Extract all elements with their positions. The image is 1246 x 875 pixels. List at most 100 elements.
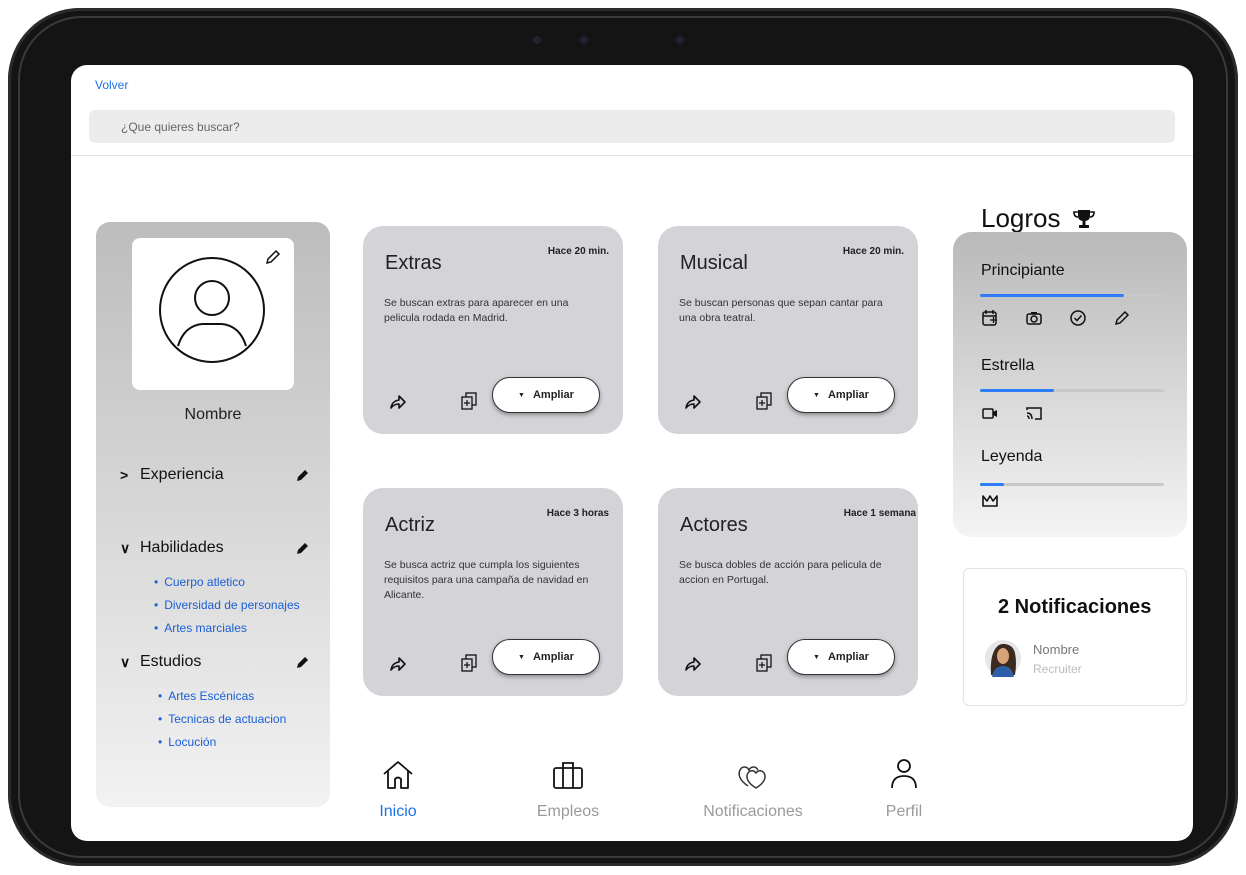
notifications-title: 2 Notificaciones xyxy=(998,596,1152,618)
notification-name: Nombre xyxy=(1033,642,1080,657)
list-item[interactable]: Artes Escénicas xyxy=(158,687,286,710)
pencil-icon[interactable] xyxy=(1113,309,1131,327)
nav-empleos[interactable]: Empleos xyxy=(523,758,613,821)
section-title: Estudios xyxy=(140,653,202,670)
level-label: Estrella xyxy=(981,357,1035,374)
job-card-actriz[interactable]: Actriz Hace 3 horas Se busca actriz que … xyxy=(363,488,623,696)
tablet-frame: Volver Nombre > Experiencia xyxy=(8,8,1238,866)
edit-avatar-icon[interactable] xyxy=(264,248,282,266)
notifications-panel: 2 Notificaciones Nombre Recruiter xyxy=(963,568,1187,706)
habilidades-list: Cuerpo atletico Diversidad de personajes… xyxy=(154,573,300,642)
home-icon xyxy=(383,761,413,789)
ampliar-button[interactable]: ▼ Ampliar xyxy=(492,639,600,675)
recruiter-avatar[interactable] xyxy=(984,639,1022,677)
nav-inicio[interactable]: Inicio xyxy=(353,758,443,821)
card-time: Hace 20 min. xyxy=(842,246,904,257)
button-label: Ampliar xyxy=(827,651,869,663)
camera-lens xyxy=(580,36,588,44)
card-title: Actriz xyxy=(385,514,435,536)
copy-icon[interactable] xyxy=(756,654,772,672)
chevron-down-icon: ∨ xyxy=(120,539,131,556)
user-avatar-icon xyxy=(159,257,265,363)
logros-title: Logros xyxy=(981,203,1061,233)
card-time: Hace 20 min. xyxy=(547,246,609,257)
list-item[interactable]: Locución xyxy=(158,733,286,756)
progress-bar xyxy=(980,389,1164,392)
level-label: Leyenda xyxy=(981,448,1043,465)
copy-icon[interactable] xyxy=(461,654,477,672)
crown-icon[interactable] xyxy=(981,492,999,510)
job-card-actores[interactable]: Actores Hace 1 semana Se busca dobles de… xyxy=(658,488,918,696)
level-label: Principiante xyxy=(981,262,1065,279)
list-item[interactable]: Tecnicas de actuacion xyxy=(158,710,286,733)
job-card-extras[interactable]: Extras Hace 20 min. Se buscan extras par… xyxy=(363,226,623,434)
calendar-icon[interactable] xyxy=(981,309,999,327)
section-title: Habilidades xyxy=(140,539,224,556)
camera-icon[interactable] xyxy=(1025,309,1043,327)
button-label: Ampliar xyxy=(827,389,869,401)
cast-icon[interactable] xyxy=(1025,404,1043,422)
section-habilidades[interactable]: ∨ Habilidades xyxy=(120,539,224,557)
job-card-musical[interactable]: Musical Hace 20 min. Se buscan personas … xyxy=(658,226,918,434)
trophy-icon xyxy=(1072,209,1095,228)
card-title: Musical xyxy=(680,252,748,274)
estudios-list: Artes Escénicas Tecnicas de actuacion Lo… xyxy=(158,687,286,756)
section-experiencia[interactable]: > Experiencia xyxy=(120,466,224,484)
ampliar-button[interactable]: ▼ Ampliar xyxy=(787,639,895,675)
hearts-icon xyxy=(738,766,766,789)
header-divider xyxy=(71,155,1193,156)
chevron-right-icon: > xyxy=(120,467,129,483)
nav-label: Inicio xyxy=(379,803,417,820)
notification-role: Recruiter xyxy=(1033,662,1082,676)
nav-label: Notificaciones xyxy=(703,803,803,820)
edit-experiencia-icon[interactable] xyxy=(296,468,310,482)
camera-dot xyxy=(533,36,541,44)
achievements-panel: Principiante Estrella Leyenda xyxy=(953,232,1187,537)
progress-fill xyxy=(980,389,1054,392)
card-title: Extras xyxy=(385,252,442,274)
card-description: Se busca dobles de acción para pelicula … xyxy=(679,559,882,586)
edit-estudios-icon[interactable] xyxy=(296,655,310,669)
card-time: Hace 1 semana xyxy=(843,508,916,519)
avatar[interactable] xyxy=(132,238,294,390)
profile-panel: Nombre > Experiencia ∨ Habilidades Cuerp… xyxy=(96,222,330,807)
briefcase-icon xyxy=(553,762,583,789)
caret-down-icon: ▼ xyxy=(518,391,525,399)
nav-label: Empleos xyxy=(536,803,600,820)
copy-icon[interactable] xyxy=(461,392,477,410)
caret-down-icon: ▼ xyxy=(813,391,820,399)
edit-habilidades-icon[interactable] xyxy=(296,541,310,555)
copy-icon[interactable] xyxy=(756,392,772,410)
check-circle-icon[interactable] xyxy=(1069,309,1087,327)
list-item[interactable]: Cuerpo atletico xyxy=(154,573,300,596)
section-title: Experiencia xyxy=(140,466,224,483)
caret-down-icon: ▼ xyxy=(813,653,820,661)
card-title: Actores xyxy=(680,514,748,536)
button-label: Ampliar xyxy=(532,389,574,401)
chevron-down-icon: ∨ xyxy=(120,653,131,670)
search-input[interactable] xyxy=(89,110,1175,143)
nav-notificaciones[interactable]: Notificaciones xyxy=(693,758,813,821)
video-icon[interactable] xyxy=(981,404,999,422)
ampliar-button[interactable]: ▼ Ampliar xyxy=(787,377,895,413)
caret-down-icon: ▼ xyxy=(518,653,525,661)
progress-bar xyxy=(980,294,1164,297)
card-description: Se buscan extras para aparecer en una pe… xyxy=(384,297,569,324)
ampliar-button[interactable]: ▼ Ampliar xyxy=(492,377,600,413)
search-bar[interactable] xyxy=(89,110,1175,143)
back-link[interactable]: Volver xyxy=(95,78,128,92)
leyenda-icons xyxy=(981,492,999,510)
share-icon[interactable] xyxy=(684,394,702,410)
share-icon[interactable] xyxy=(684,656,702,672)
list-item[interactable]: Artes marciales xyxy=(154,619,300,642)
sensor-dot xyxy=(676,36,684,44)
section-estudios[interactable]: ∨ Estudios xyxy=(120,653,201,671)
user-icon xyxy=(891,759,917,789)
share-icon[interactable] xyxy=(389,394,407,410)
button-label: Ampliar xyxy=(532,651,574,663)
progress-fill xyxy=(980,483,1004,486)
list-item[interactable]: Diversidad de personajes xyxy=(154,596,299,619)
nav-perfil[interactable]: Perfil xyxy=(859,758,949,821)
card-time: Hace 3 horas xyxy=(546,508,609,519)
share-icon[interactable] xyxy=(389,656,407,672)
